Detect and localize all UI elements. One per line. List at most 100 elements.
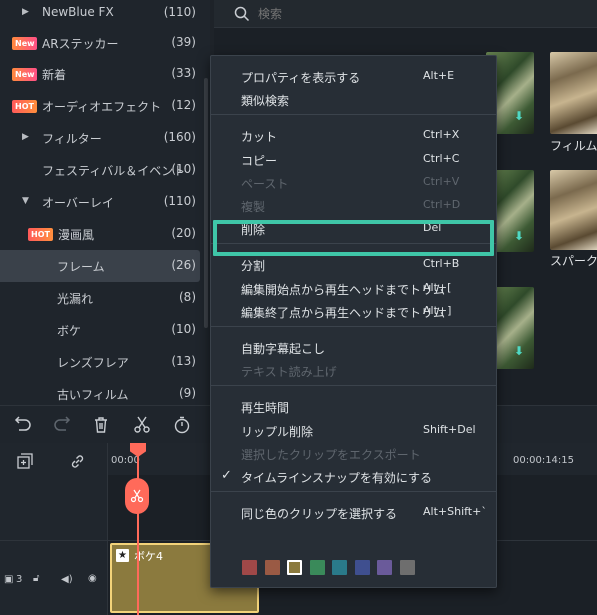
menu-item[interactable]: 同じ色のクリップを選択する Alt+Shift+` [211,501,496,524]
visibility-icon[interactable]: ◉ [88,573,97,584]
star-icon: ★ [116,549,129,562]
menu-item[interactable]: リップル削除 Shift+Del [211,419,496,442]
menu-item: テキスト読み上げ [211,359,496,382]
sidebar-item[interactable]: HOT 漫画風 (20) [0,218,210,250]
menu-item[interactable]: カット Ctrl+X [211,124,496,147]
sidebar-item[interactable]: 古いフィルム (9) [0,378,210,405]
menu-item-shortcut: Ctrl+B [423,257,460,271]
menu-item-label: コピー [241,153,278,168]
sidebar-item[interactable]: レンズフレア (13) [0,346,210,378]
playhead-line[interactable] [137,447,139,615]
add-track-icon[interactable] [17,453,34,470]
menu-item[interactable]: プロパティを表示する Alt+E [211,65,496,88]
menu-item[interactable]: 自動字幕起こし [211,336,496,359]
menu-item[interactable]: ✓ タイムラインスナップを有効にする [211,465,496,488]
menu-item-label: カット [241,130,278,145]
track-header-column: ▣ 3 🔓︎ ◀) ◉ [0,443,108,615]
search-input[interactable] [258,5,558,23]
lock-icon[interactable]: 🔓︎ [33,573,39,584]
thumbnail-label-sparkle: スパークル [550,254,597,268]
menu-item-label: 分割 [241,259,266,274]
menu-item-shortcut: Alt+[ [423,280,452,294]
color-swatch[interactable] [242,560,257,575]
split-marker[interactable] [125,478,149,514]
volume-icon[interactable]: ◀) [61,574,73,585]
menu-item-label: リップル削除 [241,424,314,439]
color-swatch[interactable] [399,560,415,575]
sidebar-item-label: 漫画風 [58,228,95,242]
color-swatch[interactable] [354,560,370,575]
menu-item-label: 編集終了点から再生ヘッドまでトリム [241,305,446,320]
sidebar-item-count: (12) [171,98,196,112]
sidebar-item-label: NewBlue FX [42,5,114,19]
delete-icon[interactable] [92,416,110,434]
menu-item-label: 同じ色のクリップを選択する [241,507,398,522]
ruler-start-time: 00:00 [111,455,140,466]
color-swatch[interactable] [332,560,347,575]
menu-item[interactable]: 類似検索 [211,88,496,111]
color-swatch[interactable] [309,560,325,575]
sidebar-item[interactable]: ▶ NewBlue FX (110) [0,0,210,29]
sidebar-item[interactable]: HOT オーディオエフェクト (12) [0,90,210,122]
menu-item[interactable]: 編集開始点から再生ヘッドまでトリム Alt+[ [211,277,496,300]
chevron-down-icon[interactable]: ▼ [22,196,32,206]
sidebar-item-count: (9) [179,386,196,400]
download-icon: ⬇ [514,109,525,123]
sidebar-item[interactable]: ▶ フィルター (160) [0,122,210,154]
sidebar-item-count: (33) [171,66,196,80]
chevron-right-icon[interactable]: ▶ [22,132,32,142]
link-icon[interactable] [69,453,86,470]
thumbnail-sparkle[interactable] [550,170,597,250]
sidebar-scrollbar[interactable] [204,78,208,328]
sidebar-item[interactable]: New 新着 (33) [0,58,210,90]
sidebar-item-label: ボケ [57,324,82,338]
menu-item-label: 類似検索 [241,94,290,109]
sidebar-item-count: (160) [163,130,196,144]
check-icon: ✓ [221,468,232,483]
category-sidebar: ▶ NewBlue FX (110) New ARステッカー (39) New 新着 (33) H… [0,0,210,405]
chevron-right-icon[interactable]: ▶ [22,7,32,17]
duration-icon[interactable] [173,416,191,434]
menu-separator [211,114,496,116]
sidebar-item-label: レンズフレア [57,356,129,370]
menu-item-shortcut: Alt+E [423,69,455,82]
color-swatch[interactable] [377,560,392,575]
thumbnail-film5[interactable] [550,52,597,134]
hot-badge: HOT [28,228,53,241]
sidebar-item[interactable]: New ARステッカー (39) [0,27,210,59]
undo-icon[interactable] [14,416,32,434]
sidebar-item-count: (20) [171,226,196,240]
sidebar-item[interactable]: ▼ オーバーレイ (110) [0,186,210,218]
menu-item-label: 自動字幕起こし [241,342,326,356]
color-swatch[interactable] [287,560,302,575]
menu-item[interactable]: 分割 Ctrl+B [211,253,496,276]
menu-item[interactable]: 再生時間 [211,395,496,418]
sidebar-item-count: (13) [171,354,196,368]
menu-separator [211,491,496,493]
sidebar-item[interactable]: 光漏れ (8) [0,282,210,314]
sidebar-item-label: フェスティバル＆イベント [42,164,186,178]
menu-item-label: 選択したクリップをエクスポート [241,447,421,462]
sidebar-item[interactable]: フレーム (26) [0,250,200,282]
menu-item-shortcut: Ctrl+D [423,198,461,211]
sidebar-item-label: 光漏れ [57,292,94,306]
new-badge: New [12,37,37,50]
sidebar-item-count: (10) [171,322,196,336]
sidebar-item-label: オーバーレイ [42,196,114,210]
scissors-icon[interactable] [133,416,151,434]
menu-item-label: ペースト [241,176,289,191]
sidebar-item[interactable]: ボケ (10) [0,314,210,346]
sidebar-item-count: (26) [171,258,196,272]
thumbnail-label-film5: フィルム5 [550,139,597,153]
menu-item[interactable]: 編集終了点から再生ヘッドまでトリム Alt+] [211,300,496,323]
redo-icon[interactable] [53,416,71,434]
menu-item: 選択したクリップをエクスポート [211,442,496,465]
download-icon: ⬇ [514,344,525,358]
sidebar-item-label: フレーム [57,260,105,274]
menu-item: ペースト Ctrl+V [211,171,496,194]
sidebar-item-count: (8) [179,290,196,304]
sidebar-item[interactable]: フェスティバル＆イベント (10) [0,154,210,186]
color-swatch[interactable] [264,560,280,575]
menu-item[interactable]: コピー Ctrl+C [211,148,496,171]
download-icon: ⬇ [514,229,525,243]
